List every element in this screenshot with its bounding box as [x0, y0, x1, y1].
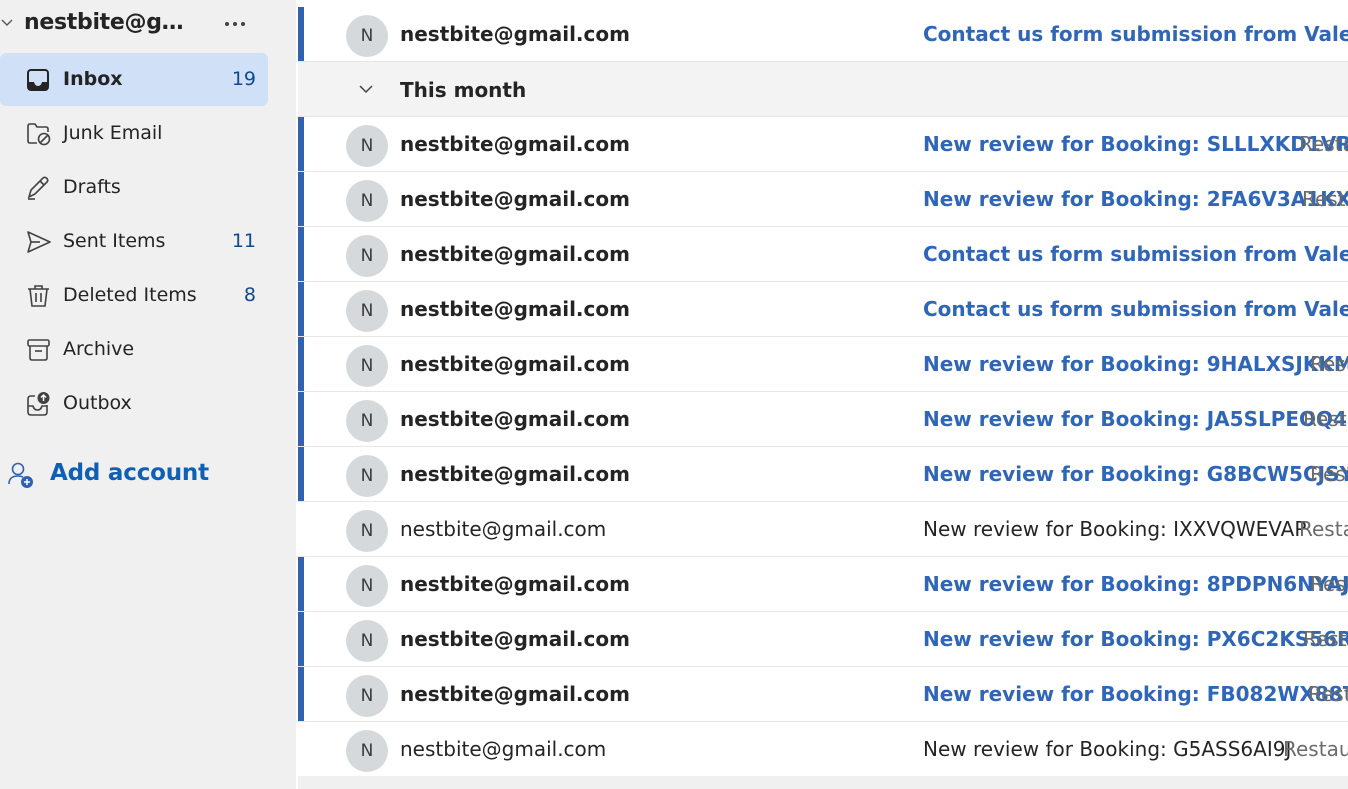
message-preview: Resta [1303, 407, 1348, 431]
avatar: N [346, 510, 388, 552]
avatar: N [346, 345, 388, 387]
account-header[interactable]: nestbite@gm... [0, 0, 296, 52]
send-icon [27, 231, 51, 253]
unread-count: 11 [231, 230, 256, 252]
folder-label: Deleted Items [63, 284, 197, 306]
avatar: N [346, 675, 388, 717]
folder-deleted-items[interactable]: Deleted Items 8 [0, 269, 268, 322]
avatar: N [346, 565, 388, 607]
folder-sent-items[interactable]: Sent Items 11 [0, 215, 268, 268]
drafts-icon [27, 176, 49, 200]
message-subject: New review for Booking: SLLLXKD1VR [923, 132, 1348, 156]
folder-inbox[interactable]: Inbox 19 [0, 53, 268, 106]
message-sender: nestbite@gmail.com [400, 132, 630, 156]
inbox-icon [27, 69, 49, 91]
more-horizontal-icon[interactable] [222, 12, 248, 36]
folder-pane: nestbite@gm... Inbox 19 Junk Email Draft… [0, 0, 296, 789]
folder-label: Sent Items [63, 230, 166, 252]
folder-outbox[interactable]: Outbox [0, 377, 268, 430]
avatar: N [346, 235, 388, 277]
message-subject: New review for Booking: FB082WX88T [923, 682, 1348, 706]
add-account-button[interactable]: Add account [0, 448, 268, 502]
group-header-this-month[interactable]: This month [298, 62, 1348, 117]
folder-junk-email[interactable]: Junk Email [0, 107, 268, 160]
avatar: N [346, 620, 388, 662]
avatar: N [346, 455, 388, 497]
message-sender: nestbite@gmail.com [400, 22, 630, 46]
message-row[interactable]: N nestbite@gmail.com New review for Book… [298, 667, 1348, 722]
add-person-icon [8, 462, 33, 488]
message-subject: New review for Booking: G5ASS6AI9J [923, 737, 1292, 761]
avatar: N [346, 290, 388, 332]
message-row[interactable]: N nestbite@gmail.com New review for Book… [298, 612, 1348, 667]
avatar: N [346, 125, 388, 167]
list-bottom-spacer [298, 776, 1348, 789]
message-preview: Resta [1303, 627, 1348, 651]
message-preview: Restaur [1283, 737, 1348, 761]
message-row[interactable]: N nestbite@gmail.com New review for Book… [298, 117, 1348, 172]
message-row[interactable]: N nestbite@gmail.com New review for Book… [298, 337, 1348, 392]
message-row[interactable]: N nestbite@gmail.com Contact us form sub… [298, 227, 1348, 282]
message-sender: nestbite@gmail.com [400, 352, 630, 376]
folder-label: Outbox [63, 392, 132, 414]
message-sender: nestbite@gmail.com [400, 682, 630, 706]
folder-drafts[interactable]: Drafts [0, 161, 268, 214]
message-preview: Resta [1299, 517, 1348, 541]
outbox-icon [27, 392, 50, 416]
folder-label: Junk Email [63, 122, 163, 144]
message-preview: Resta [1299, 132, 1348, 156]
message-sender: nestbite@gmail.com [400, 462, 630, 486]
message-row[interactable]: N nestbite@gmail.com New review for Book… [298, 172, 1348, 227]
message-subject: New review for Booking: JA5SLPEOQ4 [923, 407, 1347, 431]
message-row[interactable]: N nestbite@gmail.com New review for Book… [298, 392, 1348, 447]
avatar: N [346, 15, 388, 57]
message-sender: nestbite@gmail.com [400, 572, 630, 596]
message-row[interactable]: N nestbite@gmail.com New review for Book… [298, 502, 1348, 557]
message-preview: Rest [1310, 572, 1348, 596]
message-sender: nestbite@gmail.com [400, 242, 630, 266]
folder-archive[interactable]: Archive [0, 323, 268, 376]
message-subject: Contact us form submission from ValerioS… [923, 242, 1348, 266]
message-sender: nestbite@gmail.com [400, 627, 630, 651]
message-subject: New review for Booking: 2FA6V3A1KX [923, 187, 1348, 211]
avatar: N [346, 180, 388, 222]
message-subject: Contact us form submission from ValerioS… [923, 22, 1348, 46]
message-sender: nestbite@gmail.com [400, 407, 630, 431]
junk-icon [27, 123, 51, 146]
add-account-label: Add account [50, 460, 209, 486]
message-subject: New review for Booking: PX6C2KS56R [923, 627, 1348, 651]
archive-icon [27, 339, 50, 361]
unread-count: 19 [231, 68, 256, 90]
message-sender: nestbite@gmail.com [400, 517, 607, 541]
message-preview: Resta [1308, 682, 1348, 706]
unread-count: 8 [243, 284, 256, 306]
message-preview: Resta [1302, 187, 1348, 211]
trash-icon [28, 285, 49, 307]
message-preview: Rest [1310, 462, 1348, 486]
message-row[interactable]: N nestbite@gmail.com New review for Book… [298, 447, 1348, 502]
message-row[interactable]: N nestbite@gmail.com New review for Book… [298, 722, 1348, 777]
message-row[interactable]: N nestbite@gmail.com Contact us form sub… [298, 7, 1348, 62]
message-sender: nestbite@gmail.com [400, 297, 630, 321]
message-subject: New review for Booking: 9HALXSJKKM [923, 352, 1348, 376]
avatar: N [346, 400, 388, 442]
message-row[interactable]: N nestbite@gmail.com Contact us form sub… [298, 282, 1348, 337]
folder-label: Inbox [63, 68, 123, 90]
group-label: This month [400, 78, 527, 102]
message-subject: New review for Booking: IXXVQWEVAP [923, 517, 1307, 541]
message-row[interactable]: N nestbite@gmail.com New review for Book… [298, 557, 1348, 612]
folder-label: Archive [63, 338, 135, 360]
folder-label: Drafts [63, 176, 121, 198]
message-sender: nestbite@gmail.com [400, 187, 630, 211]
message-subject: New review for Booking: 8PDPN6NYAJ [923, 572, 1348, 596]
message-subject: New review for Booking: G8BCW5CJSY [923, 462, 1348, 486]
chevron-down-icon[interactable] [358, 82, 374, 96]
message-preview: Rest [1310, 352, 1348, 376]
account-name[interactable]: nestbite@gm... [24, 10, 204, 35]
message-subject: Contact us form submission from ValerioS… [923, 297, 1348, 321]
chevron-down-icon[interactable] [0, 16, 14, 30]
message-list: N nestbite@gmail.com Contact us form sub… [298, 0, 1348, 789]
avatar: N [346, 730, 388, 772]
message-sender: nestbite@gmail.com [400, 737, 607, 761]
